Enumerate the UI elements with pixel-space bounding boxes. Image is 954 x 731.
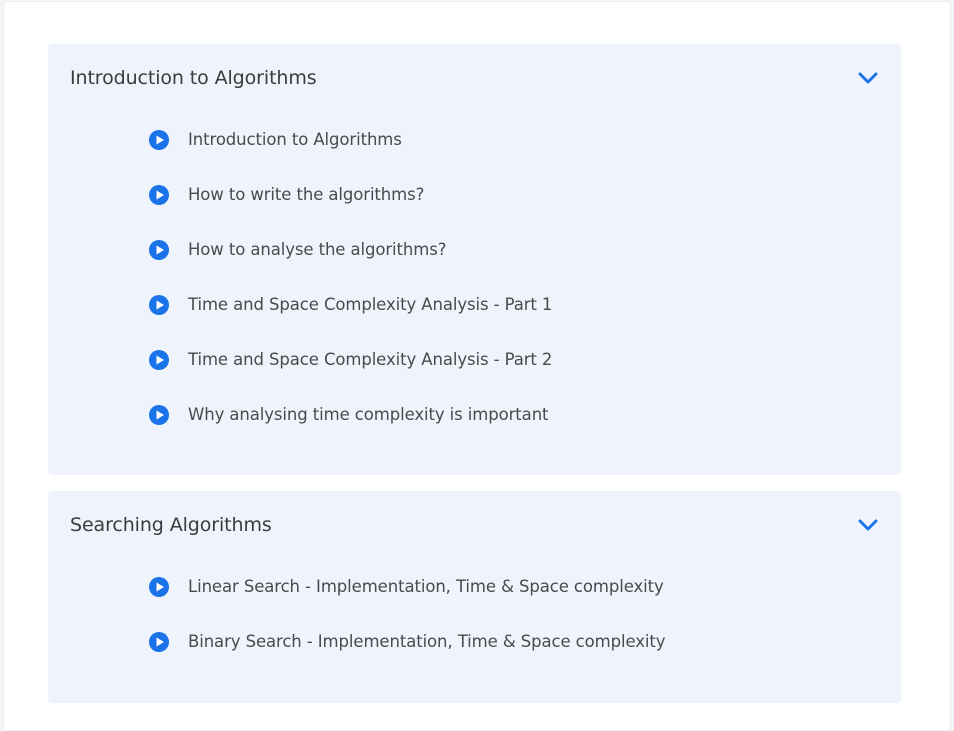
lesson-label[interactable]: How to write the algorithms? [188,185,424,204]
lesson-label[interactable]: Time and Space Complexity Analysis - Par… [188,350,552,369]
lesson-item[interactable]: Linear Search - Implementation, Time & S… [148,559,901,614]
play-circle-icon[interactable] [148,129,170,151]
play-circle-icon[interactable] [148,184,170,206]
chevron-down-icon[interactable] [857,514,879,536]
lesson-label[interactable]: Linear Search - Implementation, Time & S… [188,577,664,596]
play-circle-icon[interactable] [148,576,170,598]
play-circle-icon[interactable] [148,631,170,653]
lesson-label[interactable]: Binary Search - Implementation, Time & S… [188,632,666,651]
lesson-item[interactable]: How to write the algorithms? [148,167,901,222]
lesson-label[interactable]: Introduction to Algorithms [188,130,402,149]
section-introduction-to-algorithms: Introduction to Algorithms Introduction … [48,44,901,475]
section-title: Searching Algorithms [70,514,272,536]
section-header[interactable]: Searching Algorithms [48,491,901,559]
section-searching-algorithms: Searching Algorithms Linear Search - Imp… [48,491,901,703]
lesson-item[interactable]: Time and Space Complexity Analysis - Par… [148,277,901,332]
lesson-label[interactable]: How to analyse the algorithms? [188,240,446,259]
play-circle-icon[interactable] [148,349,170,371]
play-circle-icon[interactable] [148,239,170,261]
lesson-label[interactable]: Why analysing time complexity is importa… [188,405,549,424]
lesson-list: Introduction to Algorithms How to write … [48,112,901,442]
chevron-down-icon[interactable] [857,67,879,89]
lesson-item[interactable]: Binary Search - Implementation, Time & S… [148,614,901,669]
lesson-list: Linear Search - Implementation, Time & S… [48,559,901,669]
lesson-item[interactable]: Time and Space Complexity Analysis - Par… [148,332,901,387]
lesson-item[interactable]: Introduction to Algorithms [148,112,901,167]
play-circle-icon[interactable] [148,294,170,316]
lesson-item[interactable]: Why analysing time complexity is importa… [148,387,901,442]
lesson-item[interactable]: How to analyse the algorithms? [148,222,901,277]
section-header[interactable]: Introduction to Algorithms [48,44,901,112]
section-title: Introduction to Algorithms [70,67,317,89]
play-circle-icon[interactable] [148,404,170,426]
lesson-label[interactable]: Time and Space Complexity Analysis - Par… [188,295,552,314]
